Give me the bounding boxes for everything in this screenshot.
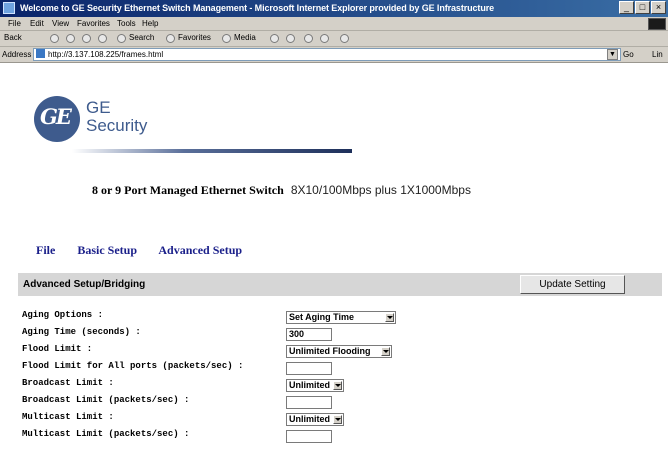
nav-advanced-setup[interactable]: Advanced Setup bbox=[158, 243, 242, 257]
multicast-limit-label: Multicast Limit : bbox=[22, 412, 114, 422]
multicast-limit-select[interactable]: Unlimited bbox=[286, 413, 344, 426]
form-row: Flood Limit for All ports (packets/sec) … bbox=[22, 361, 422, 375]
address-input[interactable]: http://3.137.108.225/frames.html bbox=[33, 48, 621, 61]
form-row: Aging Options : Set Aging Time bbox=[22, 310, 422, 324]
dropdown-arrow-icon bbox=[333, 415, 342, 424]
nav-links: File Basic Setup Advanced Setup bbox=[36, 243, 261, 258]
links-label[interactable]: Lin bbox=[652, 50, 663, 59]
product-name: 8 or 9 Port Managed Ethernet Switch bbox=[92, 183, 284, 197]
broadcast-limit-select[interactable]: Unlimited bbox=[286, 379, 344, 392]
favorites-icon bbox=[166, 34, 175, 43]
menu-view[interactable]: View bbox=[52, 19, 69, 28]
address-url: http://3.137.108.225/frames.html bbox=[48, 50, 164, 59]
window-title: Welcome to GE Security Ethernet Switch M… bbox=[20, 3, 495, 13]
maximize-button[interactable]: □ bbox=[635, 1, 650, 14]
brand-division: Security bbox=[86, 116, 148, 135]
search-icon bbox=[117, 34, 126, 43]
broadcast-limit-label: Broadcast Limit : bbox=[22, 378, 114, 388]
history-icon[interactable] bbox=[270, 34, 279, 43]
flood-limit-all-ports-input[interactable] bbox=[286, 362, 332, 375]
nav-file[interactable]: File bbox=[36, 243, 55, 257]
menu-edit[interactable]: Edit bbox=[30, 19, 44, 28]
stop-icon[interactable] bbox=[66, 34, 75, 43]
flood-limit-label: Flood Limit : bbox=[22, 344, 93, 354]
form-row: Broadcast Limit (packets/sec) : bbox=[22, 395, 422, 409]
page-icon bbox=[36, 49, 45, 58]
media-icon bbox=[222, 34, 231, 43]
section-header: Advanced Setup/Bridging Update Setting bbox=[18, 273, 662, 296]
forward-icon[interactable] bbox=[50, 34, 59, 43]
menu-favorites[interactable]: Favorites bbox=[77, 19, 110, 28]
ge-logo-text: GE bbox=[40, 104, 72, 129]
dropdown-arrow-icon bbox=[333, 381, 342, 390]
menu-bar: File Edit View Favorites Tools Help bbox=[0, 17, 668, 31]
dropdown-arrow-icon bbox=[381, 347, 390, 356]
menu-file[interactable]: File bbox=[8, 19, 21, 28]
form-row: Flood Limit : Unlimited Flooding bbox=[22, 344, 422, 358]
back-button[interactable]: Back bbox=[4, 33, 22, 42]
home-icon[interactable] bbox=[98, 34, 107, 43]
nav-basic-setup[interactable]: Basic Setup bbox=[77, 243, 137, 257]
multicast-limit-rate-input[interactable] bbox=[286, 430, 332, 443]
flood-limit-select[interactable]: Unlimited Flooding bbox=[286, 345, 392, 358]
address-bar: Address http://3.137.108.225/frames.html… bbox=[0, 47, 668, 63]
form-row: Multicast Limit (packets/sec) : bbox=[22, 429, 422, 443]
discuss-icon[interactable] bbox=[340, 34, 349, 43]
aging-options-select[interactable]: Set Aging Time bbox=[286, 311, 396, 324]
product-spec: 8X10/100Mbps plus 1X1000Mbps bbox=[290, 183, 471, 197]
minimize-button[interactable]: _ bbox=[619, 1, 634, 14]
toolbar: Back Search Favorites Media bbox=[0, 31, 668, 47]
windows-flag-icon bbox=[648, 18, 666, 30]
form-row: Multicast Limit : Unlimited bbox=[22, 412, 422, 426]
mail-icon[interactable] bbox=[286, 34, 295, 43]
aging-time-input[interactable]: 300 bbox=[286, 328, 332, 341]
search-button[interactable]: Search bbox=[129, 33, 154, 42]
aging-time-label: Aging Time (seconds) : bbox=[22, 327, 141, 337]
ge-logo: GE bbox=[34, 96, 80, 142]
favorites-button[interactable]: Favorites bbox=[178, 33, 211, 42]
flood-limit-all-ports-label: Flood Limit for All ports (packets/sec) … bbox=[22, 361, 244, 371]
multicast-limit-rate-label: Multicast Limit (packets/sec) : bbox=[22, 429, 190, 439]
close-button[interactable]: × bbox=[651, 1, 666, 14]
header-rule bbox=[72, 149, 352, 153]
aging-options-value: Set Aging Time bbox=[289, 312, 355, 322]
flood-limit-value: Unlimited Flooding bbox=[289, 346, 371, 356]
ie-app-icon bbox=[3, 2, 15, 14]
menu-help[interactable]: Help bbox=[142, 19, 158, 28]
window-controls: _ □ × bbox=[619, 1, 666, 14]
multicast-limit-value: Unlimited bbox=[289, 414, 331, 424]
form-row: Broadcast Limit : Unlimited bbox=[22, 378, 422, 392]
menu-tools[interactable]: Tools bbox=[117, 19, 136, 28]
go-button[interactable]: Go bbox=[623, 50, 634, 59]
form-row: Aging Time (seconds) : 300 bbox=[22, 327, 422, 341]
update-setting-button[interactable]: Update Setting bbox=[520, 275, 625, 294]
dropdown-arrow-icon bbox=[385, 313, 394, 322]
address-label: Address bbox=[2, 50, 32, 59]
edit-icon[interactable] bbox=[320, 34, 329, 43]
broadcast-limit-rate-input[interactable] bbox=[286, 396, 332, 409]
address-dropdown-icon[interactable]: ▼ bbox=[607, 49, 618, 60]
media-button[interactable]: Media bbox=[234, 33, 256, 42]
refresh-icon[interactable] bbox=[82, 34, 91, 43]
aging-options-label: Aging Options : bbox=[22, 310, 104, 320]
section-title: Advanced Setup/Bridging bbox=[23, 279, 146, 290]
broadcast-limit-rate-label: Broadcast Limit (packets/sec) : bbox=[22, 395, 190, 405]
title-bar: Welcome to GE Security Ethernet Switch M… bbox=[0, 0, 668, 17]
print-icon[interactable] bbox=[304, 34, 313, 43]
broadcast-limit-value: Unlimited bbox=[289, 380, 331, 390]
product-heading: 8 or 9 Port Managed Ethernet Switch 8X10… bbox=[92, 183, 471, 198]
brand-name: GE bbox=[86, 98, 111, 117]
